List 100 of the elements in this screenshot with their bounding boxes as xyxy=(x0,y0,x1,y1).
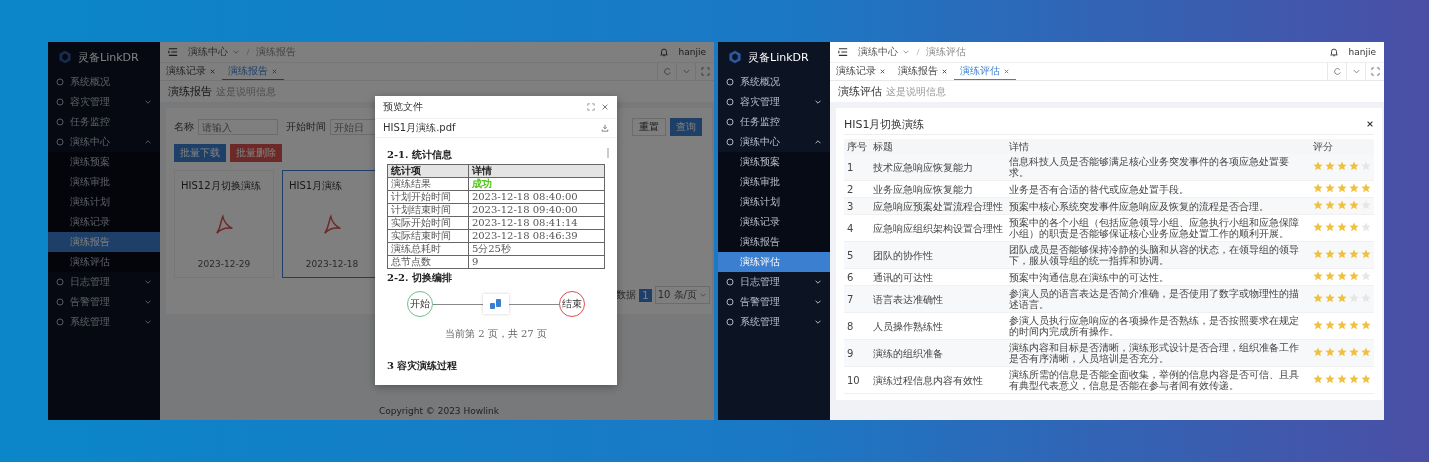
table-cell: 8 xyxy=(844,312,870,340)
breadcrumb-current: 演练评估 xyxy=(926,45,966,59)
app-logo: 灵备LinkDR xyxy=(748,49,809,65)
star-rating[interactable] xyxy=(1313,161,1371,171)
expand-icon[interactable] xyxy=(587,103,595,111)
page-number[interactable]: 1 xyxy=(639,288,652,302)
tab[interactable]: 演练报告 xyxy=(892,63,954,80)
sidebar-item[interactable]: 告警管理 xyxy=(718,292,830,312)
sidebar-subitem[interactable]: 演练评估 xyxy=(48,252,160,272)
sidebar-item[interactable]: 日志管理 xyxy=(718,272,830,292)
close-icon[interactable] xyxy=(879,67,886,75)
star-rating[interactable] xyxy=(1313,374,1371,384)
sidebar-subitem[interactable]: 演练记录 xyxy=(48,212,160,232)
star-icon xyxy=(1337,200,1347,210)
star-icon xyxy=(1313,161,1323,171)
database-icon xyxy=(489,298,503,310)
star-rating[interactable] xyxy=(1313,293,1371,303)
sidebar-subitem[interactable]: 演练计划 xyxy=(718,192,830,212)
circle-icon xyxy=(56,318,64,326)
sidebar-subitem[interactable]: 演练记录 xyxy=(718,212,830,232)
tab[interactable]: 演练记录 xyxy=(160,63,222,80)
star-icon xyxy=(1349,374,1359,384)
sidebar-item[interactable]: 任务监控 xyxy=(48,112,160,132)
sidebar-item[interactable]: 容灾管理 xyxy=(718,92,830,112)
star-icon xyxy=(1325,271,1335,281)
star-rating[interactable] xyxy=(1313,320,1371,330)
table-cell: 团队成员是否能够保持冷静的头脑和从容的状态，在领导组的领导下，服从领导组的统一指挥和协调。 xyxy=(1006,241,1310,269)
scrollbar[interactable] xyxy=(607,148,609,158)
tab[interactable]: 演练报告 xyxy=(222,63,284,80)
sidebar-subitem[interactable]: 演练预案 xyxy=(718,152,830,172)
table-cell: 通讯的可达性 xyxy=(870,268,1006,286)
sidebar-item[interactable]: 容灾管理 xyxy=(48,92,160,112)
sidebar-item[interactable]: 系统概况 xyxy=(718,72,830,92)
close-icon[interactable] xyxy=(1366,120,1374,128)
sidebar-item[interactable]: 任务监控 xyxy=(718,112,830,132)
table-cell: 5 xyxy=(844,241,870,269)
action-button[interactable]: 重置 xyxy=(632,118,666,136)
sidebar-subitem[interactable]: 演练审批 xyxy=(48,172,160,192)
sidebar-item[interactable]: 日志管理 xyxy=(48,272,160,292)
circle-icon xyxy=(56,298,64,306)
star-icon xyxy=(1313,374,1323,384)
star-rating[interactable] xyxy=(1313,222,1371,232)
refresh-icon xyxy=(662,67,672,76)
sidebar-subitem[interactable]: 演练报告 xyxy=(48,232,160,252)
star-icon xyxy=(1349,200,1359,210)
sidebar-item[interactable]: 演练中心 xyxy=(48,132,160,152)
bell-icon[interactable] xyxy=(1328,47,1339,57)
fullscreen-icon xyxy=(700,67,710,76)
sidebar-item[interactable]: 演练中心 xyxy=(718,132,830,152)
sidebar-item[interactable]: 告警管理 xyxy=(48,292,160,312)
tab[interactable]: 演练记录 xyxy=(830,63,892,80)
input-field[interactable]: 请输入 xyxy=(198,119,278,135)
page-subtitle: 这是说明信息 xyxy=(886,85,946,99)
bell-icon[interactable] xyxy=(658,47,669,57)
breadcrumb-link[interactable]: 演练中心 xyxy=(858,45,898,59)
sidebar-subitem[interactable]: 演练审批 xyxy=(718,172,830,192)
breadcrumb-link[interactable]: 演练中心 xyxy=(188,45,228,59)
sidebar-subitem[interactable]: 演练评估 xyxy=(718,252,830,272)
star-icon xyxy=(1313,293,1323,303)
star-rating[interactable] xyxy=(1313,249,1371,259)
table-cell: 预案中核心系统突发事件应急响应及恢复的流程是否合理。 xyxy=(1006,197,1310,215)
star-rating[interactable] xyxy=(1313,183,1371,193)
star-rating[interactable] xyxy=(1313,347,1371,357)
separator-icon xyxy=(244,48,252,56)
table-cell: 实际开始时间 xyxy=(387,216,469,230)
table-cell: 演练的组织准备 xyxy=(870,339,1006,367)
sidebar-item[interactable]: 系统概况 xyxy=(48,72,160,92)
sidebar-subitem[interactable]: 演练计划 xyxy=(48,192,160,212)
report-card[interactable]: HIS12月切换演练 2023-12-29 xyxy=(174,170,274,278)
refresh-icon xyxy=(1332,67,1342,76)
chevron-down-icon xyxy=(232,48,240,56)
sidebar-item[interactable]: 系统管理 xyxy=(718,312,830,332)
table-cell: 演练内容和目标是否清晰，演练形式设计是否合理，组织准备工作是否有序清晰，人员培训是否充分。 xyxy=(1006,339,1310,367)
batch-button[interactable]: 批量下载 xyxy=(174,144,226,162)
sidebar-item[interactable]: 系统管理 xyxy=(48,312,160,332)
star-rating[interactable] xyxy=(1313,271,1371,281)
batch-button[interactable]: 批量删除 xyxy=(230,144,282,162)
user-name[interactable]: hanjie xyxy=(678,47,706,57)
star-icon xyxy=(1337,183,1347,193)
table-cell: 演练总耗时 xyxy=(387,242,469,256)
star-icon xyxy=(1361,374,1371,384)
user-name[interactable]: hanjie xyxy=(1348,47,1376,57)
star-icon xyxy=(1337,347,1347,357)
page-size-select[interactable]: 10 条/页 xyxy=(654,286,710,304)
sidebar-subitem[interactable]: 演练报告 xyxy=(718,232,830,252)
star-rating[interactable] xyxy=(1313,200,1371,210)
menu-icon[interactable] xyxy=(838,47,848,57)
chevron-down-icon xyxy=(699,291,707,299)
table-cell: 2 xyxy=(844,180,870,198)
tab[interactable]: 演练评估 xyxy=(954,63,1016,80)
star-icon xyxy=(1337,271,1347,281)
star-icon xyxy=(1361,222,1371,232)
close-icon[interactable] xyxy=(941,67,948,75)
star-icon xyxy=(1337,374,1347,384)
star-icon xyxy=(1349,320,1359,330)
circle-icon xyxy=(56,138,64,146)
action-button[interactable]: 查询 xyxy=(670,118,702,136)
sidebar-subitem[interactable]: 演练预案 xyxy=(48,152,160,172)
download-icon[interactable] xyxy=(601,124,609,132)
table-cell: 人员操作熟练性 xyxy=(870,312,1006,340)
